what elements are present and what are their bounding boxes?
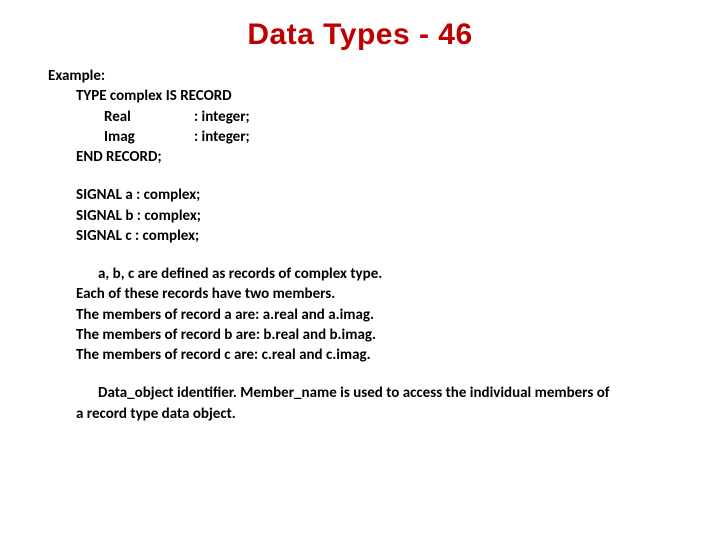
- signal-line: SIGNAL b : complex;: [76, 206, 672, 226]
- type-field-row: Real : integer;: [76, 107, 672, 127]
- type-end: END RECORD;: [76, 147, 672, 167]
- type-field-name: Imag: [104, 127, 194, 147]
- note-paragraph: Data_object identifier. Member_name is u…: [48, 383, 672, 424]
- example-label: Example:: [48, 66, 672, 86]
- description-line: Each of these records have two members.: [76, 284, 672, 304]
- type-field-name: Real: [104, 107, 194, 127]
- description-line: a, b, c are defined as records of comple…: [76, 264, 672, 284]
- type-field-row: Imag : integer;: [76, 127, 672, 147]
- description-paragraph: a, b, c are defined as records of comple…: [48, 264, 672, 365]
- signal-line: SIGNAL c : complex;: [76, 226, 672, 246]
- note-line: a record type data object.: [76, 404, 672, 424]
- type-declaration: TYPE complex IS RECORD Real : integer; I…: [48, 86, 672, 167]
- description-line: The members of record c are: c.real and …: [76, 345, 672, 365]
- slide-body: Example: TYPE complex IS RECORD Real : i…: [0, 52, 720, 424]
- note-line: Data_object identifier. Member_name is u…: [76, 383, 672, 403]
- slide: Data Types - 46 Example: TYPE complex IS…: [0, 0, 720, 540]
- type-field-type: : integer;: [194, 107, 250, 127]
- slide-title: Data Types - 46: [0, 0, 720, 52]
- type-field-type: : integer;: [194, 127, 250, 147]
- description-line: The members of record b are: b.real and …: [76, 325, 672, 345]
- description-line: The members of record a are: a.real and …: [76, 305, 672, 325]
- type-line: TYPE complex IS RECORD: [76, 86, 672, 106]
- signal-line: SIGNAL a : complex;: [76, 185, 672, 205]
- signal-declarations: SIGNAL a : complex; SIGNAL b : complex; …: [48, 185, 672, 246]
